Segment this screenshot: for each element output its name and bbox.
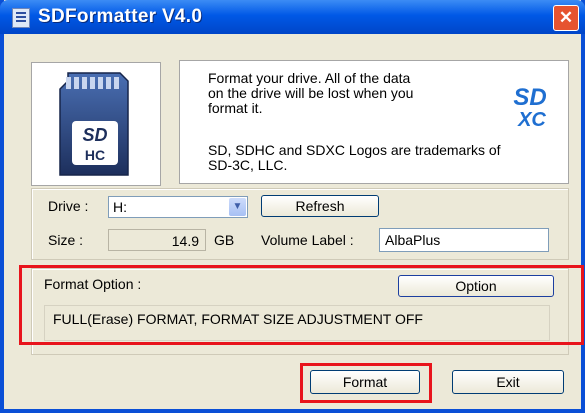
card-label-bottom: HC <box>85 147 105 163</box>
size-value: 14.9 <box>108 229 206 251</box>
drive-value: H: <box>113 199 127 215</box>
chevron-down-icon[interactable]: ▼ <box>229 198 246 216</box>
format-button-highlight <box>300 363 432 403</box>
trademark-text: SD, SDHC and SDXC Logos are trademarks o… <box>208 142 501 173</box>
size-label: Size : <box>48 232 84 248</box>
exit-button[interactable]: Exit <box>452 370 564 394</box>
volume-label-caption: Volume Label : <box>261 232 354 248</box>
title-bar[interactable]: SDFormatter V4.0 ✕ <box>0 0 585 34</box>
format-option-highlight <box>19 265 584 345</box>
app-icon <box>12 8 30 28</box>
volume-label-input[interactable]: AlbaPlus <box>379 228 549 252</box>
drive-select[interactable]: H: ▼ <box>108 196 248 218</box>
sd-card-icon: SD HC <box>59 72 129 176</box>
info-panel: Format your drive. All of the data on th… <box>179 60 569 184</box>
card-label-top: SD <box>82 125 107 145</box>
drive-label: Drive : <box>48 198 89 214</box>
close-button[interactable]: ✕ <box>553 5 579 31</box>
svg-text:SD: SD <box>513 84 546 111</box>
format-warning-text: Format your drive. All of the data on th… <box>208 70 414 116</box>
sdformatter-window: SDFormatter V4.0 ✕ SD HC Format your dri… <box>0 0 585 413</box>
sdxc-logo-icon: SD XC <box>513 84 546 131</box>
svg-text:XC: XC <box>517 109 546 131</box>
size-unit: GB <box>214 232 235 248</box>
window-title: SDFormatter V4.0 <box>38 6 203 27</box>
refresh-button[interactable]: Refresh <box>261 195 379 217</box>
sd-card-image-panel: SD HC <box>31 62 161 186</box>
